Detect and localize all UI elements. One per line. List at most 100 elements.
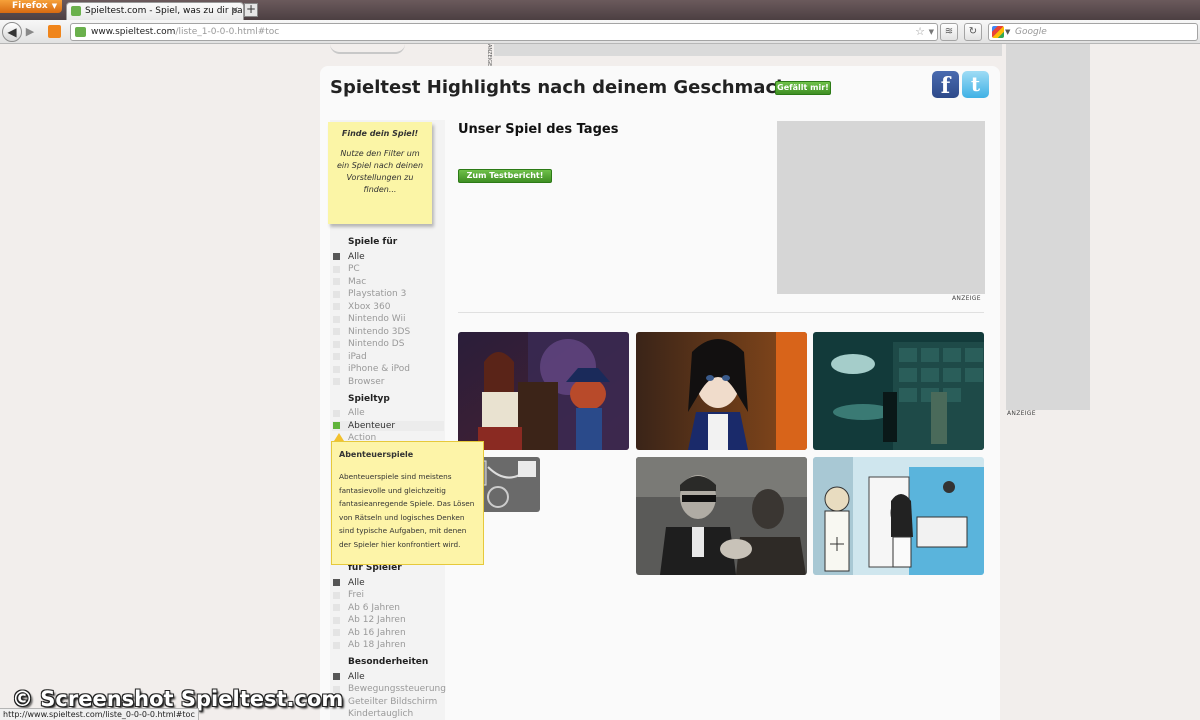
filter-item[interactable]: iPhone & iPod [348, 364, 410, 374]
game-tile-alice[interactable] [636, 332, 807, 450]
back-button[interactable]: ◀ [2, 22, 22, 42]
game-of-the-day-title: Unser Spiel des Tages [458, 122, 619, 137]
browser-tab[interactable]: Spieltest.com - Spiel, was zu dir passt!… [66, 2, 244, 20]
filter-checkbox[interactable] [333, 366, 340, 373]
filter-item[interactable]: Alle [348, 252, 365, 262]
site-favicon-icon [71, 6, 81, 16]
browser-tab-bar: Firefox ▼ Spieltest.com - Spiel, was zu d… [0, 0, 1200, 20]
filter-checkbox[interactable] [333, 592, 340, 599]
rss-icon[interactable] [48, 25, 61, 38]
filter-checkbox[interactable] [333, 604, 340, 611]
filter-checkbox[interactable] [333, 629, 340, 636]
game-screenshot-image [458, 332, 629, 450]
filter-checkbox[interactable] [333, 410, 340, 417]
game-screenshot-image [636, 457, 807, 575]
filter-checkbox[interactable] [333, 642, 340, 649]
top-banner-ad[interactable] [494, 44, 1002, 56]
game-tile-cartoon-lab[interactable] [813, 457, 984, 575]
status-bar: http://www.spieltest.com/liste_0-0-0-0.h… [0, 708, 199, 720]
filter-item[interactable]: Nintendo 3DS [348, 327, 410, 337]
feed-button[interactable]: ≋ [940, 23, 958, 41]
chevron-down-icon: ▼ [51, 2, 58, 10]
close-tab-icon[interactable]: × [231, 3, 239, 19]
sticky-note-title: Finde dein Spiel! [341, 129, 419, 138]
filter-checkbox[interactable] [333, 378, 340, 385]
filter-item[interactable]: Abenteuer [348, 421, 395, 431]
browser-nav-bar: ◀ ▶ www.spieltest.com/liste_1-0-0-0.html… [0, 20, 1200, 44]
tab-title: Spieltest.com - Spiel, was zu dir passt! [85, 6, 244, 16]
filter-item[interactable]: Kindertauglich [348, 709, 413, 719]
ad-box[interactable] [777, 121, 985, 294]
filter-section-platform-title: Spiele für [348, 237, 398, 247]
filter-item[interactable]: Ab 18 Jahren [348, 640, 406, 650]
bookmark-star-icon[interactable]: ☆ [915, 24, 925, 40]
game-screenshot-image [636, 332, 807, 450]
right-ad-label: ANZEIGE [1007, 410, 1036, 417]
filter-item[interactable]: Geteilter Bildschirm [348, 697, 437, 707]
sticky-note-text: Nutze den Filter um ein Spiel nach deine… [336, 149, 424, 194]
filter-checkbox[interactable] [333, 328, 340, 335]
new-tab-button[interactable]: + [244, 3, 258, 17]
like-button[interactable]: Gefällt mir! [775, 81, 831, 95]
review-button[interactable]: Zum Testbericht! [458, 169, 552, 183]
filter-item[interactable]: Ab 12 Jahren [348, 615, 406, 625]
filter-checkbox[interactable] [333, 341, 340, 348]
filter-checkbox[interactable] [333, 617, 340, 624]
page-title: Spieltest Highlights nach deinem Geschma… [330, 77, 809, 98]
sticky-note: Finde dein Spiel! Nutze den Filter um ei… [328, 122, 432, 224]
chevron-down-icon[interactable]: ▼ [1005, 24, 1010, 40]
logo-swoosh [330, 44, 405, 54]
game-tile-dark-lab[interactable] [813, 332, 984, 450]
url-history-dropdown-icon[interactable]: ▼ [929, 24, 934, 40]
address-bar[interactable]: www.spieltest.com/liste_1-0-0-0.html#toc… [70, 23, 938, 41]
filter-item[interactable]: Frei [348, 590, 364, 600]
filter-item[interactable]: Alle [348, 578, 365, 588]
search-input[interactable]: ▼ Google [988, 23, 1198, 41]
reload-button[interactable]: ↻ [964, 23, 982, 41]
game-screenshot-image [813, 457, 984, 575]
genre-tooltip: Abenteuerspiele Abenteuerspiele sind mei… [331, 441, 484, 565]
filter-item[interactable]: Xbox 360 [348, 302, 390, 312]
filter-checkbox[interactable] [333, 253, 340, 260]
filter-item[interactable]: Alle [348, 672, 365, 682]
twitter-icon[interactable]: t [962, 71, 989, 98]
filter-item[interactable]: Playstation 3 [348, 289, 406, 299]
filter-item[interactable]: Ab 16 Jahren [348, 628, 406, 638]
tooltip-title: Abenteuerspiele [339, 450, 414, 459]
filter-item[interactable]: PC [348, 264, 360, 274]
filter-section-genre-title: Spieltyp [348, 394, 390, 404]
divider [458, 312, 984, 313]
filter-item[interactable]: iPad [348, 352, 367, 362]
filter-checkbox[interactable] [333, 673, 340, 680]
filter-item[interactable]: Bewegungssteuerung [348, 684, 446, 694]
ad-label: ANZEIGE [952, 295, 981, 302]
filter-item[interactable]: Browser [348, 377, 384, 387]
site-identity-icon [75, 27, 86, 37]
filter-checkbox[interactable] [333, 278, 340, 285]
top-banner-ad-label: ANZEIGE [486, 44, 492, 67]
url-path: /liste_1-0-0-0.html#toc [175, 27, 280, 37]
filter-checkbox[interactable] [333, 316, 340, 323]
filter-item[interactable]: Nintendo Wii [348, 314, 406, 324]
filter-checkbox[interactable] [333, 353, 340, 360]
game-tile-agents[interactable] [636, 457, 807, 575]
filter-checkbox[interactable] [333, 579, 340, 586]
facebook-icon[interactable]: f [932, 71, 959, 99]
tooltip-text: Abenteuerspiele sind meistens fantasievo… [339, 472, 475, 549]
filter-checkbox[interactable] [333, 266, 340, 273]
forward-button[interactable]: ▶ [22, 25, 38, 39]
filter-item[interactable]: Ab 6 Jahren [348, 603, 400, 613]
filter-checkbox[interactable] [333, 422, 340, 429]
filter-checkbox[interactable] [333, 303, 340, 310]
filter-item[interactable]: Nintendo DS [348, 339, 404, 349]
tooltip-arrow [334, 433, 344, 441]
filter-section-features-title: Besonderheiten [348, 657, 429, 667]
filter-checkbox[interactable] [333, 291, 340, 298]
google-search-engine-icon[interactable] [992, 26, 1004, 38]
right-skyscraper-ad[interactable] [1006, 44, 1090, 410]
filter-item[interactable]: Alle [348, 408, 365, 418]
filter-item[interactable]: Mac [348, 277, 366, 287]
game-tile-pirate-adventure[interactable] [458, 332, 629, 450]
firefox-menu-button[interactable]: Firefox ▼ [0, 0, 62, 13]
search-placeholder: Google [1015, 27, 1047, 37]
